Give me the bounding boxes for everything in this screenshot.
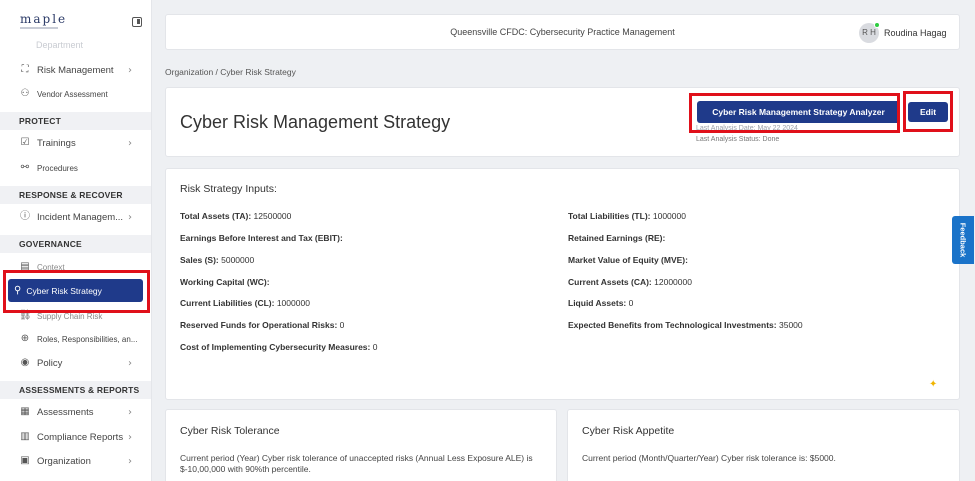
page-title: Cyber Risk Management Strategy [180,112,451,132]
roles-icon: ⊕ [20,333,30,344]
tolerance-text: Current period (Year) Cyber risk toleran… [180,453,533,474]
sparkle-icon[interactable]: ✦ [929,379,937,390]
training-icon: ☑ [20,137,30,148]
feedback-label: Feedback [958,222,968,258]
field-sales: Sales (S): 5000000 [180,255,255,265]
tolerance-title: Cyber Risk Tolerance [180,425,280,437]
section-protect: PROTECT [0,112,151,130]
cyber-risk-tolerance-card: Cyber Risk Tolerance Current period (Yea… [165,409,557,481]
sidebar-item-label: Organization [37,455,91,467]
section-assessments-reports: ASSESSMENTS & REPORTS [0,381,151,399]
last-analysis-status: Last Analysis Status: Done [696,136,780,143]
field-cost-cybersecurity: Cost of Implementing Cybersecurity Measu… [180,342,378,352]
sidebar-item-assessments[interactable]: ▦ Assessments › [0,401,151,423]
sidebar-item-department[interactable]: Department [36,40,83,50]
sidebar-item-policy[interactable]: ◉ Policy › [0,352,151,374]
field-current-liabilities: Current Liabilities (CL): 1000000 [180,298,310,308]
chevron-right-icon: › [128,211,132,223]
chevron-right-icon: › [128,357,132,369]
sidebar-item-incident-management[interactable]: ⓘ Incident Managem... › [0,206,151,228]
field-total-assets: Total Assets (TA): 12500000 [180,211,292,221]
sidebar-item-compliance-reports[interactable]: ▥ Compliance Reports › [0,426,151,448]
highlight-box [3,270,150,313]
highlight-box [903,91,953,132]
sidebar-item-label: Policy [37,357,63,369]
field-liquid-assets: Liquid Assets: 0 [568,298,634,308]
sidebar-item-organization[interactable]: ▣ Organization › [0,450,151,472]
reports-icon: ▥ [20,431,30,442]
incident-icon: ⓘ [20,211,30,222]
sidebar: maple Department ⛶ Risk Management › ⚇ V… [0,0,152,481]
chevron-right-icon: › [128,406,132,418]
chevron-right-icon: › [128,455,132,467]
feedback-tab[interactable]: Feedback [952,216,974,264]
collapse-sidebar-icon[interactable] [132,17,142,27]
inputs-title: Risk Strategy Inputs: [180,183,277,195]
logo-underline [20,27,58,29]
field-market-value-equity: Market Value of Equity (MVE): [568,255,688,265]
field-reserved-funds: Reserved Funds for Operational Risks: 0 [180,320,345,330]
sidebar-item-label: Risk Management [37,64,114,76]
sidebar-item-label: Incident Managem... [37,211,124,223]
field-expected-benefits: Expected Benefits from Technological Inv… [568,320,803,330]
sidebar-item-trainings[interactable]: ☑ Trainings › [0,132,151,154]
field-working-capital: Working Capital (WC): [180,277,270,287]
chevron-right-icon: › [128,431,132,443]
sidebar-item-roles[interactable]: ⊕ Roles, Responsibilities, an... [0,328,151,350]
sidebar-item-label: Assessments [37,406,94,418]
cyber-risk-appetite-card: Cyber Risk Appetite Current period (Mont… [567,409,960,481]
field-current-assets: Current Assets (CA): 12000000 [568,277,692,287]
sidebar-item-label: Procedures [37,163,78,173]
sidebar-item-label: Trainings [37,137,76,149]
chevron-right-icon: › [128,137,132,149]
app-logo[interactable]: maple [20,12,67,26]
section-governance: GOVERNANCE [0,235,151,253]
top-bar: Queensville CFDC: Cybersecurity Practice… [165,14,960,50]
section-response-recover: RESPONSE & RECOVER [0,186,151,204]
online-status-icon [874,22,880,28]
user-name[interactable]: Roudina Hagag [884,28,947,38]
organization-title: Queensville CFDC: Cybersecurity Practice… [450,27,675,37]
procedures-icon: ⚯ [20,162,30,173]
risk-icon: ⛶ [21,64,29,75]
sidebar-item-procedures[interactable]: ⚯ Procedures [0,157,151,179]
chevron-right-icon: › [128,64,132,76]
organization-icon: ▣ [20,455,30,466]
appetite-title: Cyber Risk Appetite [582,425,675,437]
highlight-box [689,93,900,133]
vendor-icon: ⚇ [20,88,30,99]
sidebar-item-label: Roles, Responsibilities, an... [37,334,138,344]
assessments-icon: ▦ [20,406,30,417]
breadcrumb[interactable]: Organization / Cyber Risk Strategy [165,67,296,77]
sidebar-item-risk-management[interactable]: ⛶ Risk Management › [0,59,151,81]
field-ebit: Earnings Before Interest and Tax (EBIT): [180,233,343,243]
sidebar-item-label: Vendor Assessment [37,89,108,99]
sidebar-item-vendor-assessment[interactable]: ⚇ Vendor Assessment [0,83,151,105]
sidebar-item-label: Compliance Reports [37,431,124,443]
policy-icon: ◉ [20,357,30,368]
field-total-liabilities: Total Liabilities (TL): 1000000 [568,211,686,221]
risk-strategy-inputs-card: Risk Strategy Inputs: Total Assets (TA):… [165,168,960,400]
field-retained-earnings: Retained Earnings (RE): [568,233,666,243]
appetite-text: Current period (Month/Quarter/Year) Cybe… [582,453,836,463]
